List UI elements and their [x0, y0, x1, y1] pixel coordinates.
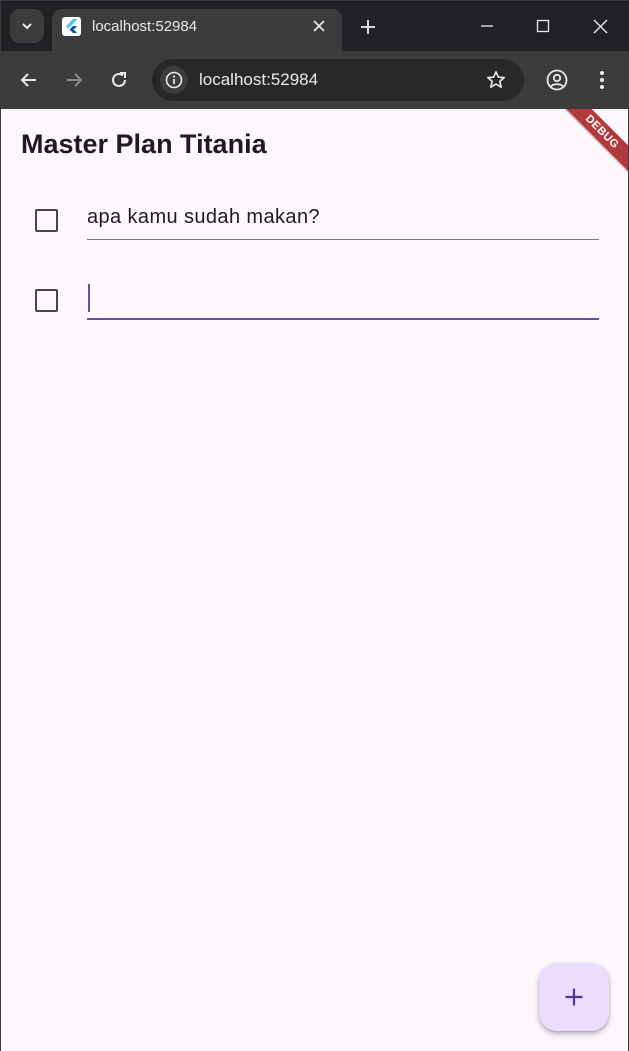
- maximize-button[interactable]: [528, 11, 558, 41]
- tab-search-button[interactable]: [10, 9, 44, 43]
- task-description: apa kamu sudah makan?: [87, 206, 320, 228]
- window-close-button[interactable]: [585, 11, 615, 41]
- arrow-right-icon: [67, 73, 83, 87]
- task-text-field[interactable]: [87, 278, 599, 320]
- reload-button[interactable]: [104, 65, 134, 95]
- browser-tab[interactable]: localhost:52984: [52, 9, 342, 51]
- task-text-field[interactable]: apa kamu sudah makan?: [87, 198, 599, 240]
- task-row: [1, 269, 628, 329]
- app-page: Master Plan Titania DEBUG apa kamu sudah…: [1, 109, 628, 1051]
- forward-button[interactable]: [59, 65, 89, 95]
- more-vert-icon: [600, 71, 604, 89]
- address-bar[interactable]: localhost:52984: [152, 59, 524, 101]
- chevron-down-icon: [22, 23, 32, 30]
- maximize-icon: [536, 19, 550, 33]
- task-checkbox[interactable]: [35, 209, 58, 232]
- minimize-button[interactable]: [472, 11, 502, 41]
- browser-menu-button[interactable]: [587, 65, 617, 95]
- minimize-icon: [481, 25, 493, 27]
- browser-toolbar: localhost:52984: [1, 51, 629, 109]
- add-icon: [565, 988, 583, 1006]
- close-icon: [593, 19, 607, 33]
- new-tab-button[interactable]: [354, 13, 382, 41]
- task-row: apa kamu sudah makan?: [1, 189, 628, 249]
- url-text: localhost:52984: [199, 70, 319, 89]
- profile-button[interactable]: [542, 65, 572, 95]
- tab-strip: localhost:52984: [1, 1, 629, 51]
- browser-window: localhost:52984 localhost:52984 Master P…: [0, 0, 629, 1051]
- flutter-favicon-icon: [62, 17, 81, 36]
- close-icon: [313, 20, 325, 32]
- back-button[interactable]: [14, 65, 44, 95]
- account-circle-icon: [546, 69, 568, 91]
- tab-title: localhost:52984: [92, 18, 198, 35]
- tab-close-button[interactable]: [308, 15, 330, 37]
- bookmark-button[interactable]: [484, 68, 508, 92]
- debug-banner: DEBUG: [553, 109, 628, 181]
- text-cursor: [88, 284, 90, 312]
- plus-icon: [361, 20, 375, 34]
- arrow-left-icon: [20, 73, 36, 87]
- info-icon: [165, 71, 183, 89]
- star-icon: [487, 71, 505, 88]
- task-checkbox[interactable]: [35, 289, 58, 312]
- reload-icon: [112, 72, 126, 87]
- site-info-button[interactable]: [160, 66, 188, 94]
- add-task-button[interactable]: [539, 963, 609, 1031]
- page-title: Master Plan Titania: [21, 129, 267, 159]
